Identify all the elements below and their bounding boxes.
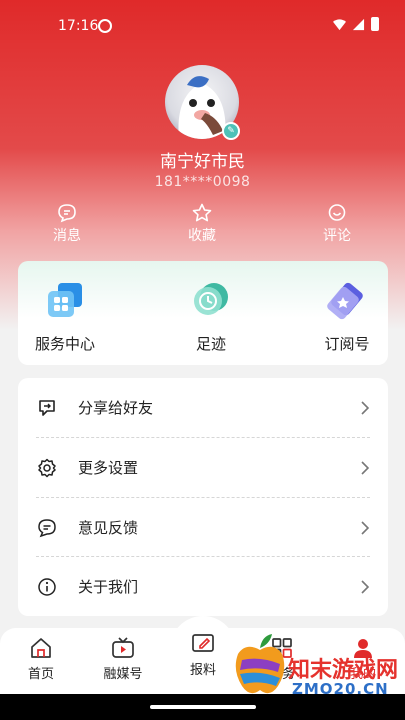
nav-item-home[interactable]: 首页 <box>9 636 73 682</box>
quick-item-comments[interactable]: 评论 <box>297 203 377 245</box>
message-icon <box>58 204 76 223</box>
share-icon <box>36 397 58 419</box>
chevron-right-icon <box>361 400 370 415</box>
menu-item-share[interactable]: 分享给好友 <box>36 378 370 437</box>
footprint-button[interactable]: 足迹 <box>161 279 261 354</box>
quick-actions: 消息 收藏 评论 <box>0 203 405 251</box>
report-icon <box>192 634 214 652</box>
chevron-right-icon <box>361 460 370 475</box>
nav-item-label: 融媒号 <box>103 667 143 682</box>
home-indicator-bar[interactable] <box>150 705 256 709</box>
star-icon <box>192 203 212 222</box>
phone-number: 181****0098 <box>154 174 251 190</box>
service-center-icon <box>44 279 86 321</box>
footprint-clock-icon <box>190 279 232 321</box>
wifi-icon <box>333 18 346 30</box>
comment-icon <box>328 204 346 221</box>
menu-item-label: 分享给好友 <box>78 399 154 417</box>
nav-item-media[interactable]: 融媒号 <box>91 636 155 682</box>
status-notification-icon <box>98 19 112 33</box>
chevron-right-icon <box>361 579 370 594</box>
services-card: 服务中心 足迹 订阅号 <box>18 261 388 365</box>
status-bar: 17:16 <box>0 0 405 52</box>
status-time: 17:16 <box>58 18 99 34</box>
edit-avatar-icon[interactable]: ✎ <box>222 122 240 140</box>
info-icon <box>36 576 58 598</box>
menu-item-label: 意见反馈 <box>78 519 139 537</box>
menu-item-settings[interactable]: 更多设置 <box>36 438 370 497</box>
tv-icon <box>112 637 134 658</box>
avatar[interactable]: ✎ <box>165 65 240 140</box>
battery-icon <box>371 17 379 31</box>
menu-item-feedback[interactable]: 意见反馈 <box>36 498 370 557</box>
settings-menu-card: 分享给好友 更多设置 意见反馈 关于我们 <box>18 378 388 616</box>
nav-item-label: 首页 <box>27 667 54 682</box>
apple-logo-icon <box>235 634 285 694</box>
subscription-icon <box>326 279 368 321</box>
menu-item-label: 关于我们 <box>78 578 139 596</box>
service-center-button[interactable]: 服务中心 <box>15 279 115 354</box>
quick-item-label: 消息 <box>53 228 81 244</box>
quick-item-favorites[interactable]: 收藏 <box>162 203 242 245</box>
menu-item-about[interactable]: 关于我们 <box>36 557 370 616</box>
quick-item-label: 评论 <box>323 228 351 244</box>
nav-item-report[interactable]: 报料 <box>171 630 235 678</box>
nav-item-label: 报料 <box>189 663 216 678</box>
subscription-button[interactable]: 订阅号 <box>297 279 397 354</box>
quick-item-messages[interactable]: 消息 <box>27 203 107 245</box>
feedback-icon <box>36 517 58 539</box>
username: 南宁好市民 <box>160 152 245 172</box>
home-icon <box>31 638 51 658</box>
settings-gear-icon <box>36 457 58 479</box>
service-label: 订阅号 <box>324 335 370 353</box>
service-label: 服务中心 <box>34 335 95 353</box>
chevron-right-icon <box>361 520 370 535</box>
quick-item-label: 收藏 <box>188 228 216 244</box>
menu-item-label: 更多设置 <box>78 459 139 477</box>
service-label: 足迹 <box>195 335 226 353</box>
signal-icon <box>352 18 365 30</box>
